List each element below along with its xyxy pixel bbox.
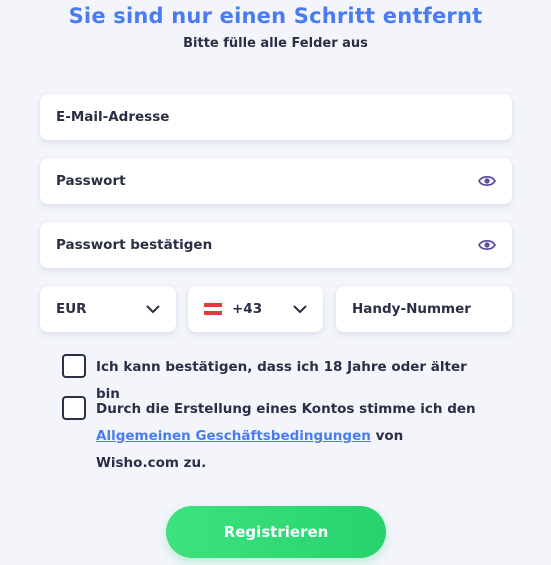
eye-icon[interactable]	[478, 175, 496, 187]
password-confirm-field[interactable]: Passwort bestätigen	[40, 222, 512, 268]
age-confirm-checkbox[interactable]	[62, 354, 86, 378]
eye-icon[interactable]	[478, 239, 496, 251]
terms-row: Durch die Erstellung eines Kontos stimme…	[62, 396, 476, 477]
phone-field[interactable]: Handy-Nummer	[336, 286, 512, 332]
austria-flag-icon	[204, 303, 222, 315]
password-field[interactable]: Passwort	[40, 158, 512, 204]
password-placeholder: Passwort	[56, 173, 126, 189]
chevron-down-icon	[293, 305, 307, 313]
terms-label: Durch die Erstellung eines Kontos stimme…	[96, 396, 476, 477]
page-subtitle: Bitte fülle alle Felder aus	[183, 36, 368, 51]
register-button[interactable]: Registrieren	[166, 506, 386, 558]
page-title: Sie sind nur einen Schritt entfernt	[68, 4, 483, 28]
chevron-down-icon	[146, 305, 160, 313]
terms-link[interactable]: Allgemeinen Geschäftsbedingungen	[96, 428, 371, 444]
email-placeholder: E-Mail-Adresse	[56, 109, 170, 125]
email-field[interactable]: E-Mail-Adresse	[40, 94, 512, 140]
password-confirm-placeholder: Passwort bestätigen	[56, 237, 213, 253]
currency-select[interactable]: EUR	[40, 286, 176, 332]
country-code-select[interactable]: +43	[188, 286, 323, 332]
terms-checkbox[interactable]	[62, 396, 86, 420]
currency-value: EUR	[56, 301, 87, 317]
country-code-value: +43	[232, 301, 263, 317]
phone-placeholder: Handy-Nummer	[352, 301, 471, 317]
terms-prefix: Durch die Erstellung eines Kontos stimme…	[96, 401, 476, 417]
